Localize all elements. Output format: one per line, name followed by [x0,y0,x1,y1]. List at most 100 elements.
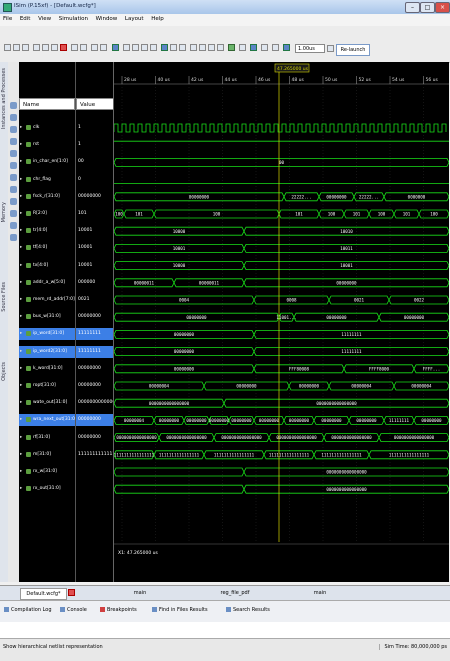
menu-simulation[interactable]: Simulation [56,14,91,24]
menu-view[interactable]: View [35,14,54,24]
signal-row[interactable]: ▸ k_word[31:0] [19,363,75,375]
expand-arrow-icon[interactable]: ▸ [20,191,22,203]
delete-icon[interactable] [60,44,67,51]
tab-main-2[interactable]: main [300,588,340,598]
expand-arrow-icon[interactable]: ▸ [20,294,22,306]
signal-row[interactable]: ▸ in_char_en[1:0] [19,156,75,168]
signal-row[interactable]: ▸ rf[31:0] [19,432,75,444]
break-icon[interactable] [272,44,279,51]
zoom-in-icon[interactable] [10,102,17,109]
relaunch-button[interactable]: Re-launch [336,44,370,56]
expand-arrow-icon[interactable]: ▸ [20,414,22,426]
zoom-fit-icon[interactable] [141,44,148,51]
next-icon[interactable] [10,186,17,193]
close-tab-icon[interactable] [68,589,75,596]
menu-file[interactable]: File [0,14,15,24]
swap-cursor-icon[interactable] [217,44,224,51]
next-marker-icon[interactable] [208,44,215,51]
tab-compilation-log[interactable]: Compilation Log [4,607,52,613]
prev-transition-icon[interactable] [170,44,177,51]
find-icon[interactable] [91,44,98,51]
expand-arrow-icon[interactable]: ▸ [20,139,22,151]
snap-icon[interactable] [10,234,17,241]
run-for-icon[interactable] [283,44,290,51]
step-icon[interactable] [261,44,268,51]
expand-arrow-icon[interactable]: ▸ [20,122,22,134]
name-header[interactable]: Name [19,98,75,110]
next-transition-icon[interactable] [179,44,186,51]
expand-arrow-icon[interactable]: ▸ [20,208,22,220]
pointer-icon[interactable] [112,44,119,51]
zoom-fit-icon[interactable] [10,126,17,133]
expand-arrow-icon[interactable]: ▸ [20,242,22,254]
expand-arrow-icon[interactable]: ▸ [20,225,22,237]
prev-marker-icon[interactable] [199,44,206,51]
waveform-view[interactable]: 28 us 40 us 42 us 44 us 46 us 48 us 50 us 52 us… [113,62,449,582]
expand-arrow-icon[interactable]: ▸ [20,363,22,375]
signal-row[interactable]: ▸ fsck_r[31:0] [19,191,75,203]
signal-row[interactable]: ▸ ip_word[31:0] [19,328,75,341]
save-icon[interactable] [22,44,29,51]
run-time-field[interactable]: 1.00us [295,44,325,53]
menu-layout[interactable]: Layout [122,14,147,24]
zoom-out-icon[interactable] [10,114,17,121]
menu-window[interactable]: Window [93,14,121,24]
expand-arrow-icon[interactable]: ▸ [20,328,22,340]
signal-row[interactable]: ▸ clk [19,122,75,134]
undo-icon[interactable] [71,44,78,51]
signal-row[interactable]: ▸ wate_out[31:0] [19,397,75,409]
search-icon[interactable] [100,44,107,51]
go-to-start-icon[interactable] [10,150,17,157]
signal-row[interactable]: ▸ ropt[31:0] [19,380,75,392]
expand-arrow-icon[interactable]: ▸ [20,483,22,495]
copy-icon[interactable] [42,44,49,51]
side-tab-objects[interactable]: Objects [1,362,7,381]
maximize-button[interactable]: □ [420,2,435,13]
marker-icon[interactable] [161,44,168,51]
cut-icon[interactable] [33,44,40,51]
zoom-full-icon[interactable] [150,44,157,51]
expand-arrow-icon[interactable]: ▸ [20,156,22,168]
side-tab-instances[interactable]: Instances and Processes [1,68,7,129]
expand-arrow-icon[interactable]: ▸ [20,346,22,358]
side-tab-memory[interactable]: Memory [1,202,7,222]
tab-breakpoints[interactable]: Breakpoints [100,607,137,613]
value-header[interactable]: Value [76,98,114,110]
signal-row[interactable]: ▸ tr[4:0] [19,225,75,237]
restart-icon[interactable] [239,44,246,51]
swap-icon[interactable] [10,222,17,229]
redo-icon[interactable] [80,44,87,51]
expand-arrow-icon[interactable]: ▸ [20,277,22,289]
expand-arrow-icon[interactable]: ▸ [20,174,22,186]
tab-default-wcfg[interactable]: Default.wcfg* [20,588,67,600]
waveform-canvas[interactable]: 28 us 40 us 42 us 44 us 46 us 48 us 50 us 52 us… [114,62,449,582]
run-time-dropdown-icon[interactable] [327,45,334,52]
expand-arrow-icon[interactable]: ▸ [20,432,22,444]
expand-arrow-icon[interactable]: ▸ [20,380,22,392]
signal-row[interactable]: ▸ rst [19,139,75,151]
expand-arrow-icon[interactable]: ▸ [20,466,22,478]
expand-arrow-icon[interactable]: ▸ [20,311,22,323]
menu-help[interactable]: Help [148,14,167,24]
add-marker-icon[interactable] [10,198,17,205]
run-all-icon[interactable] [250,44,257,51]
snap-icon[interactable] [228,44,235,51]
tab-find-in-files[interactable]: Find in Files Results [152,607,208,613]
side-tab-source-files[interactable]: Source Files [1,282,7,312]
new-icon[interactable] [4,44,11,51]
signal-row[interactable]: ▸ ip_word2[31:0] [19,345,75,358]
go-to-cursor-icon[interactable] [10,138,17,145]
tab-search-results[interactable]: Search Results [226,607,270,613]
signal-row[interactable]: ▸ rx_out[31:0] [19,483,75,495]
tab-console[interactable]: Console [60,607,87,613]
signal-row[interactable]: ▸ bus_w[31:0] [19,311,75,323]
signal-row[interactable]: ▸ addr_a_w[5:0] [19,277,75,289]
zoom-in-icon[interactable] [123,44,130,51]
close-button[interactable]: × [435,2,450,13]
signal-row[interactable]: ▸ mem_rd_addr[7:0] [19,294,75,306]
add-marker-icon[interactable] [190,44,197,51]
minimize-button[interactable]: – [405,2,420,13]
previous-icon[interactable] [10,174,17,181]
signal-row[interactable]: ▸ wra_next_out[31:0] [19,414,75,427]
console-area[interactable] [0,622,450,638]
